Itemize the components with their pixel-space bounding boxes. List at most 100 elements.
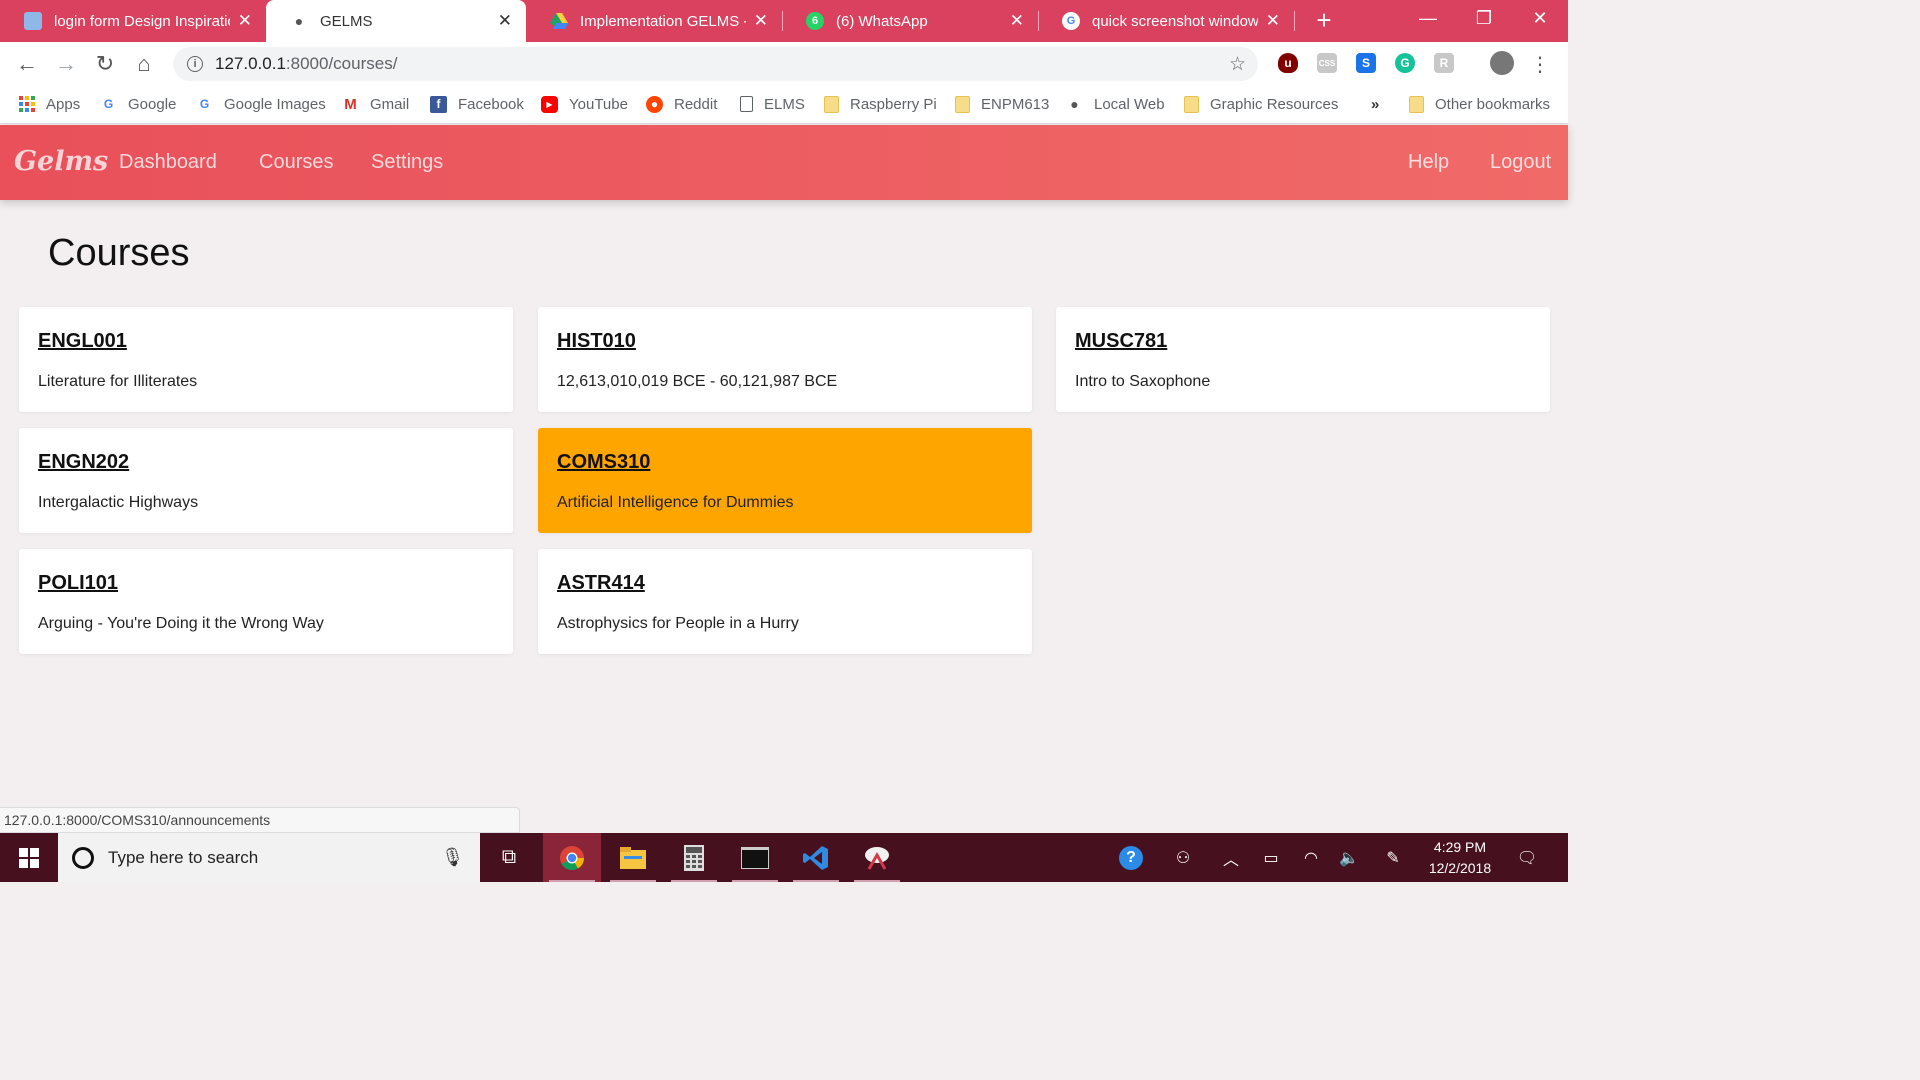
- course-name: Intergalactic Highways: [38, 494, 199, 511]
- course-card[interactable]: ENGL001 Literature for Illiterates: [19, 307, 513, 412]
- bookmark-gmail[interactable]: M Gmail: [342, 94, 409, 114]
- microphone-icon[interactable]: 🎙: [441, 847, 464, 868]
- brand-logo[interactable]: Gelms: [14, 146, 108, 177]
- bookmark-raspberry-pi[interactable]: Raspberry Pi: [824, 94, 937, 114]
- nav-dashboard[interactable]: Dashboard: [119, 151, 217, 174]
- nav-settings[interactable]: Settings: [371, 151, 443, 174]
- bookmark-label: Other bookmarks: [1435, 95, 1551, 113]
- close-tab-icon[interactable]: ✕: [1010, 11, 1024, 31]
- bookmark-star-icon[interactable]: ☆: [1229, 53, 1246, 76]
- bookmark-google[interactable]: G Google: [100, 94, 177, 114]
- course-code-link[interactable]: COMS310: [557, 451, 650, 474]
- taskbar-search[interactable]: Type here to search 🎙: [58, 833, 480, 882]
- bookmark-facebook[interactable]: f Facebook: [430, 94, 524, 114]
- new-tab-button[interactable]: +: [1310, 5, 1338, 35]
- grammarly-extension-icon[interactable]: G: [1395, 53, 1415, 73]
- chrome-taskbar-icon[interactable]: [543, 833, 601, 882]
- info-icon[interactable]: i: [187, 56, 203, 72]
- task-view-icon[interactable]: ⧉: [480, 833, 538, 882]
- bookmark-local-web[interactable]: ● Local Web: [1066, 94, 1164, 114]
- course-card[interactable]: HIST010 12,613,010,019 BCE - 60,121,987 …: [538, 307, 1032, 412]
- snipping-tool-icon[interactable]: [848, 833, 906, 882]
- bookmark-label: Facebook: [458, 95, 524, 113]
- css-extension-icon[interactable]: CSS: [1317, 53, 1337, 73]
- bookmark-youtube[interactable]: ▶ YouTube: [541, 94, 628, 114]
- course-code-link[interactable]: ENGL001: [38, 330, 127, 353]
- tab-quick-screenshot[interactable]: G quick screenshot windows ✕: [1038, 0, 1294, 42]
- bookmarks-overflow-chevron-icon[interactable]: »: [1371, 94, 1379, 114]
- bookmark-label: YouTube: [569, 95, 628, 113]
- forward-arrow-icon[interactable]: →: [52, 50, 80, 78]
- close-tab-icon[interactable]: ✕: [1266, 11, 1280, 31]
- address-bar[interactable]: i 127.0.0.1:8000/courses/ ☆: [173, 47, 1258, 81]
- tab-whatsapp[interactable]: 6 (6) WhatsApp ✕: [782, 0, 1038, 42]
- wifi-icon[interactable]: ◠: [1296, 833, 1326, 882]
- course-card[interactable]: ASTR414 Astrophysics for People in a Hur…: [538, 549, 1032, 654]
- bookmark-label: ELMS: [764, 95, 805, 113]
- course-code-link[interactable]: HIST010: [557, 330, 636, 353]
- bookmark-apps[interactable]: Apps: [18, 94, 80, 114]
- reddit-icon: ●: [646, 95, 663, 113]
- course-code-link[interactable]: MUSC781: [1075, 330, 1167, 353]
- file-explorer-icon[interactable]: [604, 833, 662, 882]
- bookmarks-bar: Apps G Google G Google Images M Gmail f …: [0, 86, 1568, 124]
- course-card[interactable]: ENGN202 Intergalactic Highways: [19, 428, 513, 533]
- link-status-bubble: 127.0.0.1:8000/COMS310/announcements: [0, 807, 520, 833]
- folder-icon: [824, 95, 839, 113]
- bookmark-label: Google: [128, 95, 177, 113]
- people-icon[interactable]: ⚇: [1168, 833, 1198, 882]
- course-card[interactable]: MUSC781 Intro to Saxophone: [1056, 307, 1550, 412]
- calculator-icon[interactable]: [665, 833, 723, 882]
- course-code-link[interactable]: ASTR414: [557, 572, 645, 595]
- tab-implementation-gelms[interactable]: Implementation GELMS - G ✕: [526, 0, 782, 42]
- show-hidden-icons-chevron-icon[interactable]: ︿: [1218, 833, 1244, 882]
- vscode-icon[interactable]: [787, 833, 845, 882]
- system-clock[interactable]: 4:29 PM 12/2/2018: [1420, 837, 1500, 879]
- nav-logout[interactable]: Logout: [1490, 151, 1551, 174]
- tab-gelms[interactable]: ● GELMS ✕: [266, 0, 526, 42]
- windows-start-button[interactable]: [0, 833, 58, 882]
- bookmark-label: Raspberry Pi: [850, 95, 937, 113]
- s-extension-icon[interactable]: S: [1356, 53, 1376, 73]
- bookmark-graphic-resources[interactable]: Graphic Resources: [1184, 94, 1338, 114]
- menu-kebab-icon[interactable]: ⋮: [1526, 50, 1554, 78]
- close-tab-icon[interactable]: ✕: [498, 11, 512, 31]
- close-window-icon[interactable]: ✕: [1512, 0, 1568, 36]
- tab-title: login form Design Inspiratio: [54, 12, 230, 30]
- bookmark-other-bookmarks[interactable]: Other bookmarks: [1409, 94, 1550, 114]
- course-code-link[interactable]: POLI101: [38, 572, 118, 595]
- nav-help[interactable]: Help: [1408, 151, 1449, 174]
- battery-icon[interactable]: ▭: [1256, 833, 1286, 882]
- close-tab-icon[interactable]: ✕: [754, 11, 768, 31]
- notifications-icon[interactable]: 🗨: [1512, 833, 1542, 882]
- terminal-icon[interactable]: [726, 833, 784, 882]
- tab-login-form[interactable]: login form Design Inspiratio ✕: [0, 0, 266, 42]
- ublock-extension-icon[interactable]: u: [1278, 53, 1298, 73]
- course-code-link[interactable]: ENGN202: [38, 451, 129, 474]
- tab-title: Implementation GELMS - G: [580, 12, 746, 30]
- folder-icon: [1409, 95, 1424, 113]
- course-card-highlighted[interactable]: COMS310 Artificial Intelligence for Dumm…: [538, 428, 1032, 533]
- address-host: 127.0.0.1: [215, 54, 286, 73]
- pen-icon[interactable]: ✎: [1378, 833, 1408, 882]
- back-arrow-icon[interactable]: ←: [13, 50, 41, 78]
- bookmark-reddit[interactable]: ● Reddit: [646, 94, 717, 114]
- help-icon[interactable]: ?: [1114, 833, 1148, 882]
- bookmark-google-images[interactable]: G Google Images: [196, 94, 326, 114]
- profile-avatar[interactable]: [1490, 51, 1514, 75]
- bookmark-label: Graphic Resources: [1210, 95, 1339, 113]
- home-icon[interactable]: ⌂: [130, 50, 158, 78]
- tab-title: (6) WhatsApp: [836, 12, 928, 30]
- volume-icon[interactable]: 🔈: [1334, 833, 1364, 882]
- reload-icon[interactable]: ↻: [91, 50, 119, 78]
- nav-courses[interactable]: Courses: [259, 151, 333, 174]
- cortana-icon: [72, 846, 94, 869]
- google-icon: G: [1062, 12, 1080, 30]
- restore-icon[interactable]: ❐: [1456, 0, 1512, 36]
- course-card[interactable]: POLI101 Arguing - You're Doing it the Wr…: [19, 549, 513, 654]
- bookmark-elms[interactable]: ELMS: [740, 94, 805, 114]
- extension-icon[interactable]: R: [1434, 53, 1454, 73]
- bookmark-enpm613[interactable]: ENPM613: [955, 94, 1049, 114]
- minimize-icon[interactable]: —: [1400, 0, 1456, 36]
- close-tab-icon[interactable]: ✕: [238, 11, 252, 31]
